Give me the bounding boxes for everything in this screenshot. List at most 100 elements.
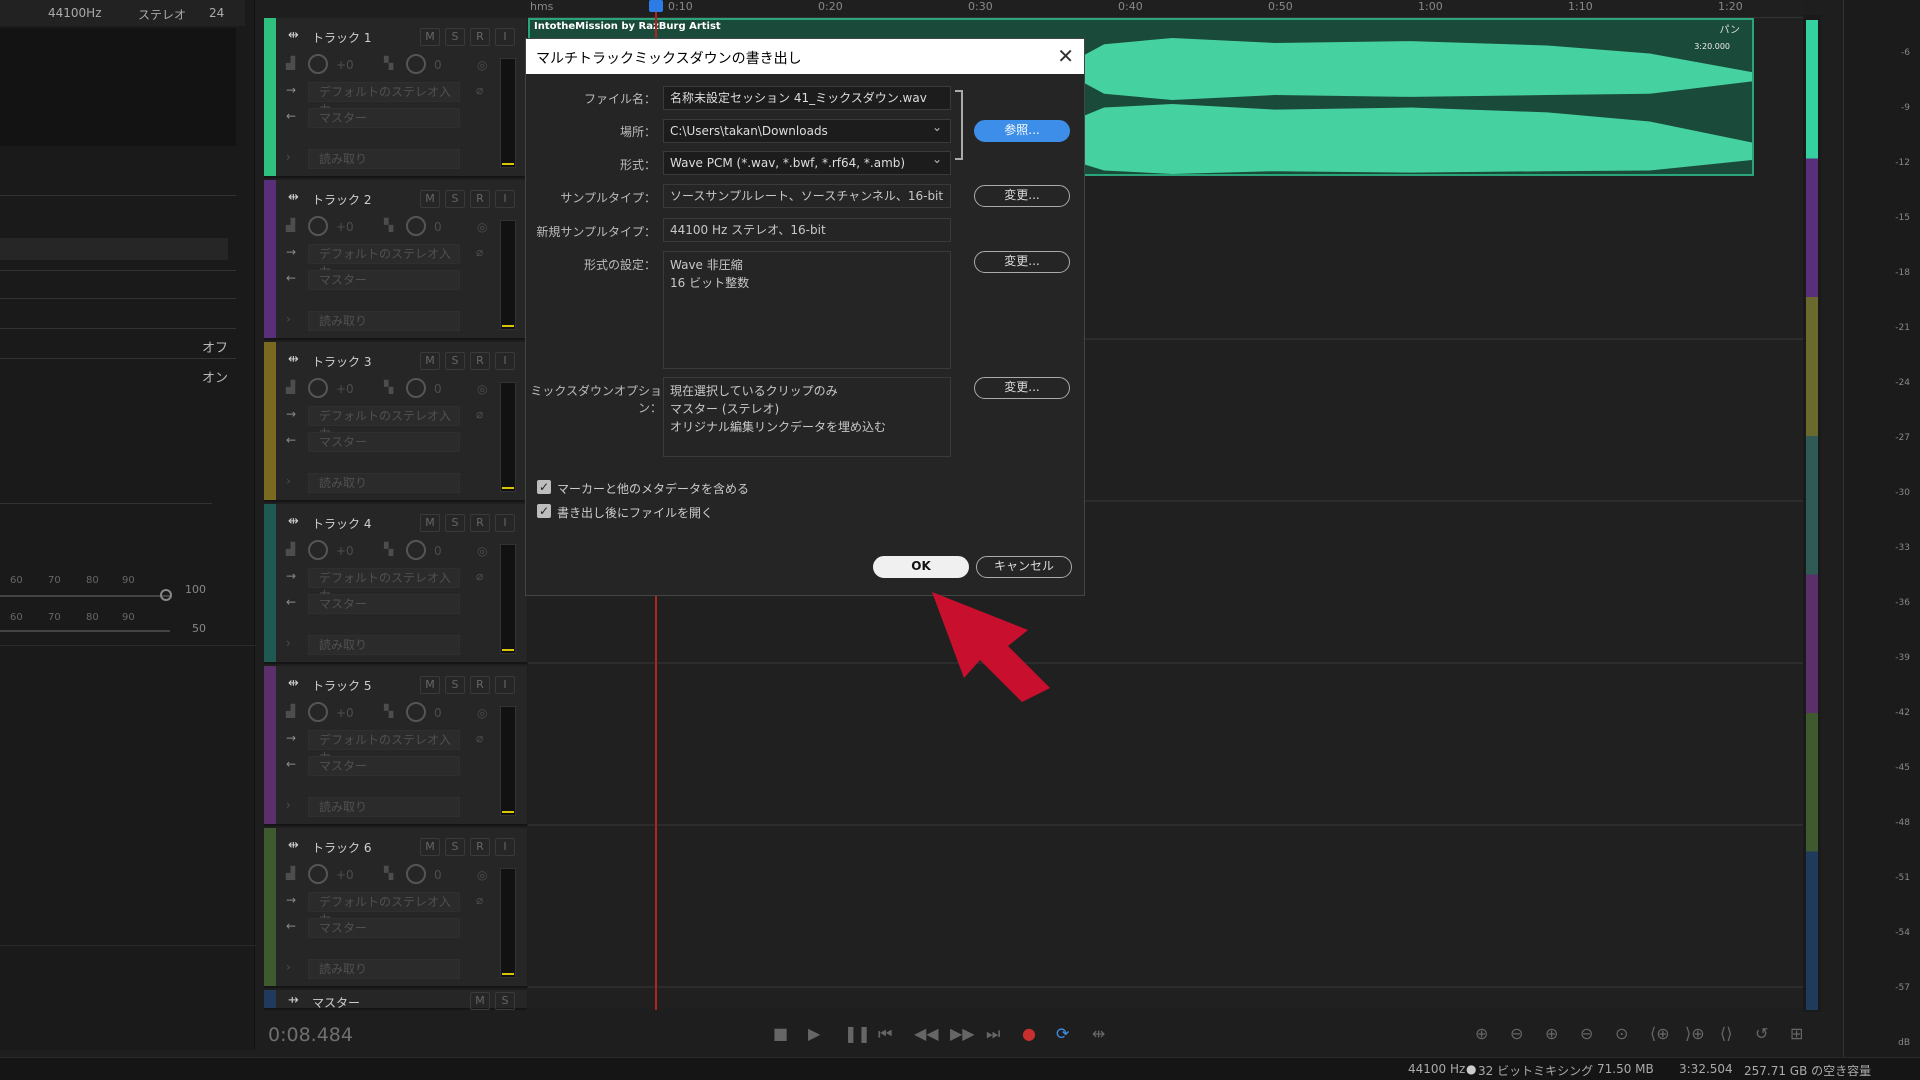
solo-button[interactable]: S (445, 514, 465, 532)
record-arm-button[interactable]: R (470, 676, 490, 694)
skip-selection-icon[interactable]: ⇹ (1092, 1024, 1105, 1043)
output-dropdown[interactable]: マスター (308, 432, 460, 452)
zoom-in-time-icon[interactable]: ⊕ (1545, 1024, 1558, 1043)
open-after-export-checkbox[interactable]: ✓ (537, 504, 551, 518)
automation-mode-dropdown[interactable]: 読み取り (308, 959, 460, 979)
stop-icon[interactable]: ■ (773, 1024, 788, 1043)
volume-knob[interactable] (308, 378, 328, 398)
zoom-both-icon[interactable]: ⟨⟩ (1720, 1024, 1732, 1043)
pan-knob[interactable] (406, 702, 426, 722)
expand-chevron-icon[interactable]: › (286, 150, 291, 170)
rewind-icon[interactable]: ◀◀ (914, 1024, 939, 1043)
mute-button[interactable]: M (420, 838, 440, 856)
expand-chevron-icon[interactable]: › (286, 312, 291, 332)
input-monitor-button[interactable]: I (495, 838, 515, 856)
browse-button[interactable]: 参照... (974, 120, 1070, 142)
solo-button[interactable]: S (445, 838, 465, 856)
solo-button[interactable]: S (445, 28, 465, 46)
change-sample-type-button[interactable]: 変更... (974, 185, 1070, 207)
solo-button[interactable]: S (495, 992, 515, 1010)
play-icon[interactable]: ▶ (808, 1024, 820, 1043)
automation-mode-dropdown[interactable]: 読み取り (308, 635, 460, 655)
include-markers-checkbox[interactable]: ✓ (537, 480, 551, 494)
expand-chevron-icon[interactable]: › (286, 636, 291, 656)
phase-icon[interactable]: ⌀ (476, 245, 483, 265)
output-dropdown[interactable]: マスター (308, 594, 460, 614)
input-monitor-button[interactable]: I (495, 352, 515, 370)
phase-icon[interactable]: ⌀ (476, 569, 483, 589)
expand-chevron-icon[interactable]: › (286, 798, 291, 818)
expand-chevron-icon[interactable]: › (286, 960, 291, 980)
pan-knob[interactable] (406, 378, 426, 398)
track-header[interactable]: ⇹ トラック 2 M S R I ▟ +0 ▚ 0 ◎ → デフォルトのステレオ… (264, 180, 527, 340)
location-dropdown[interactable]: C:\Users\takan\Downloads (663, 116, 951, 143)
volume-knob[interactable] (308, 54, 328, 74)
phase-icon[interactable]: ⌀ (476, 893, 483, 913)
mute-button[interactable]: M (420, 514, 440, 532)
track-header[interactable]: ⇹ トラック 6 M S R I ▟ +0 ▚ 0 ◎ → デフォルトのステレオ… (264, 828, 527, 988)
output-dropdown[interactable]: マスター (308, 108, 460, 128)
solo-button[interactable]: S (445, 352, 465, 370)
slider1-handle[interactable] (160, 589, 172, 601)
zoom-in-left-icon[interactable]: ⟨⊕ (1650, 1024, 1670, 1043)
automation-mode-dropdown[interactable]: 読み取り (308, 149, 460, 169)
playhead-handle[interactable] (649, 0, 663, 12)
input-monitor-button[interactable]: I (495, 28, 515, 46)
zoom-in-right-icon[interactable]: ⟩⊕ (1685, 1024, 1705, 1043)
skip-start-icon[interactable]: ⏮ (878, 1024, 892, 1044)
track-header[interactable]: ⇹ トラック 4 M S R I ▟ +0 ▚ 0 ◎ → デフォルトのステレオ… (264, 504, 527, 664)
mute-button[interactable]: M (420, 676, 440, 694)
zoom-reset-icon[interactable]: ↺ (1755, 1024, 1768, 1043)
output-dropdown[interactable]: マスター (308, 270, 460, 290)
record-arm-button[interactable]: R (470, 190, 490, 208)
phase-icon[interactable]: ⌀ (476, 83, 483, 103)
automation-mode-dropdown[interactable]: 読み取り (308, 797, 460, 817)
track-name[interactable]: トラック 4 (312, 515, 371, 532)
output-dropdown[interactable]: マスター (308, 918, 460, 938)
input-dropdown[interactable]: デフォルトのステレオ入力 (308, 82, 460, 117)
zoom-full-icon[interactable]: ⊞ (1790, 1024, 1803, 1043)
mute-button[interactable]: M (420, 28, 440, 46)
input-monitor-button[interactable]: I (495, 514, 515, 532)
time-display[interactable]: 0:08.484 (268, 1024, 353, 1046)
mute-button[interactable]: M (420, 352, 440, 370)
loop-icon[interactable]: ⟳ (1056, 1024, 1069, 1043)
record-arm-button[interactable]: R (470, 352, 490, 370)
track-name[interactable]: トラック 2 (312, 191, 371, 208)
track-header[interactable]: ⇹ トラック 5 M S R I ▟ +0 ▚ 0 ◎ → デフォルトのステレオ… (264, 666, 527, 826)
time-ruler[interactable]: hms 0:10 0:20 0:30 0:40 0:50 1:00 1:10 1… (528, 0, 1803, 18)
mute-button[interactable]: M (470, 992, 490, 1010)
ok-button[interactable]: OK (873, 556, 969, 578)
automation-mode-dropdown[interactable]: 読み取り (308, 311, 460, 331)
pan-knob[interactable] (406, 540, 426, 560)
record-icon[interactable]: ● (1022, 1024, 1036, 1043)
format-dropdown[interactable]: Wave PCM (*.wav, *.bwf, *.rf64, *.amb) (663, 148, 951, 175)
track-name[interactable]: トラック 3 (312, 353, 371, 370)
volume-knob[interactable] (308, 540, 328, 560)
volume-knob[interactable] (308, 216, 328, 236)
change-mixdown-options-button[interactable]: 変更... (974, 377, 1070, 399)
input-dropdown[interactable]: デフォルトのステレオ入力 (308, 244, 460, 279)
slider2-track[interactable] (0, 630, 170, 632)
solo-button[interactable]: S (445, 190, 465, 208)
zoom-out-amplitude-icon[interactable]: ⊖ (1510, 1024, 1523, 1043)
slider1-track[interactable] (0, 595, 170, 597)
input-dropdown[interactable]: デフォルトのステレオ入力 (308, 406, 460, 441)
track-name[interactable]: トラック 1 (312, 29, 371, 46)
pan-knob[interactable] (406, 864, 426, 884)
automation-mode-dropdown[interactable]: 読み取り (308, 473, 460, 493)
pause-icon[interactable]: ❚❚ (844, 1024, 871, 1043)
record-arm-button[interactable]: R (470, 838, 490, 856)
close-icon[interactable]: ✕ (1057, 44, 1074, 68)
pan-knob[interactable] (406, 54, 426, 74)
cancel-button[interactable]: キャンセル (976, 556, 1072, 578)
record-arm-button[interactable]: R (470, 514, 490, 532)
change-format-settings-button[interactable]: 変更... (974, 251, 1070, 273)
mute-button[interactable]: M (420, 190, 440, 208)
input-monitor-button[interactable]: I (495, 676, 515, 694)
input-dropdown[interactable]: デフォルトのステレオ入力 (308, 892, 460, 927)
zoom-in-amplitude-icon[interactable]: ⊕ (1475, 1024, 1488, 1043)
output-dropdown[interactable]: マスター (308, 756, 460, 776)
input-monitor-button[interactable]: I (495, 190, 515, 208)
zoom-out-time-icon[interactable]: ⊖ (1580, 1024, 1593, 1043)
